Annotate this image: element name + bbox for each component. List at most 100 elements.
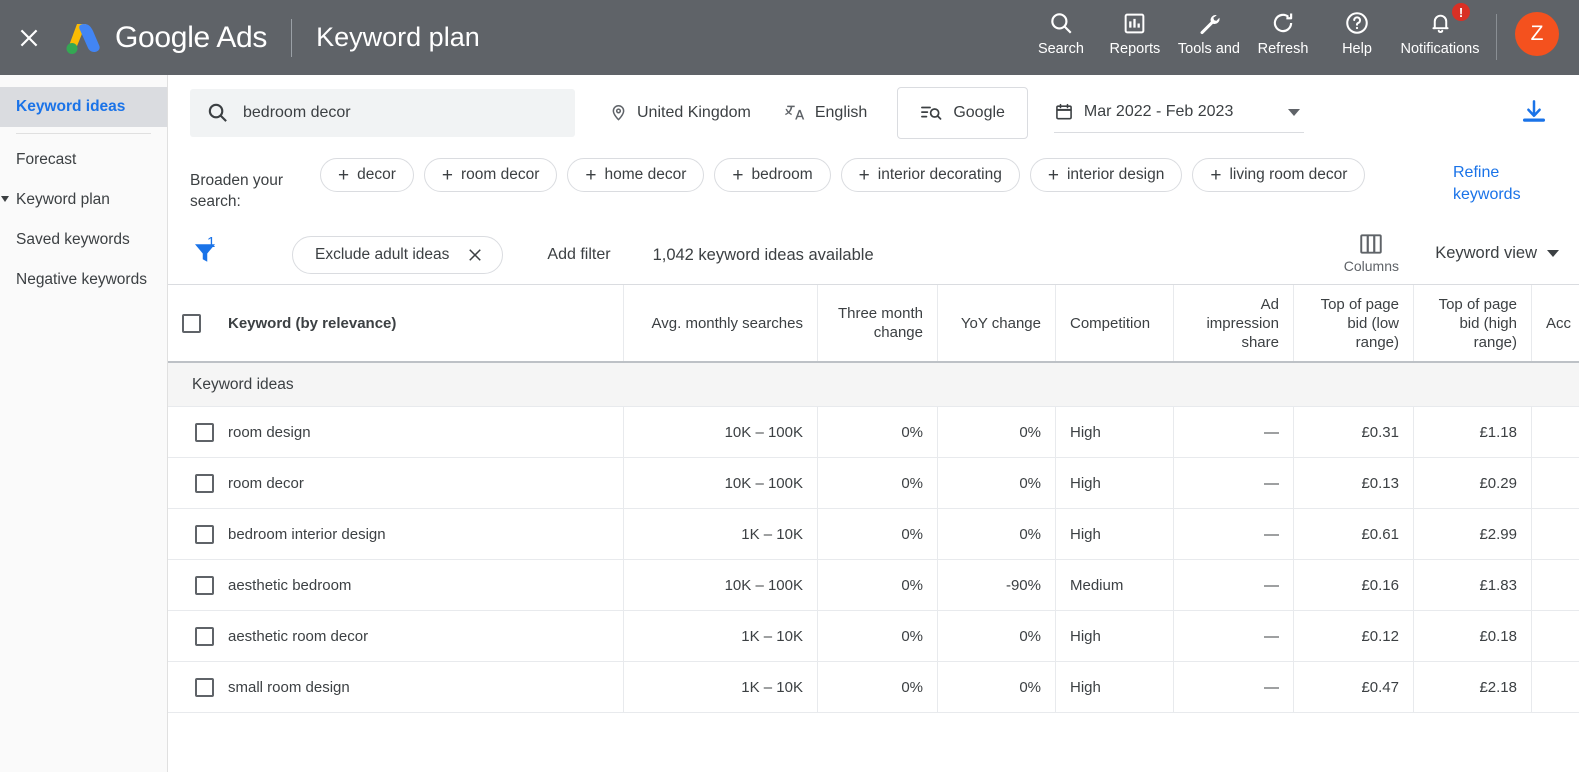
refresh-button[interactable]: Refresh: [1246, 6, 1320, 58]
network-selector[interactable]: Google: [897, 87, 1028, 139]
cell-top-of-page-bid-low: £0.16: [1294, 560, 1414, 610]
broaden-chip[interactable]: + interior decorating: [841, 158, 1020, 192]
table-row[interactable]: small room design 1K – 10K 0% 0% High — …: [168, 662, 1579, 713]
cell-keyword: room decor: [214, 458, 624, 508]
row-select-cell: [168, 407, 214, 457]
cell-top-of-page-bid-low: £0.47: [1294, 662, 1414, 712]
close-icon[interactable]: [466, 246, 484, 264]
location-value: United Kingdom: [637, 104, 751, 122]
filter-count-badge: 1: [207, 234, 215, 251]
wrench-icon: [1196, 10, 1222, 36]
sidebar-item-label: Negative keywords: [16, 271, 147, 288]
sidebar-item-label: Keyword plan: [16, 191, 110, 208]
language-value: English: [815, 104, 867, 122]
select-all-cell: [168, 285, 214, 361]
table-row[interactable]: room decor 10K – 100K 0% 0% High — £0.13…: [168, 458, 1579, 509]
cell-avg-monthly-searches: 1K – 10K: [624, 662, 818, 712]
search-button[interactable]: Search: [1024, 6, 1098, 58]
tools-and-settings-button[interactable]: Tools and: [1172, 6, 1246, 58]
view-selector[interactable]: Keyword view: [1435, 244, 1559, 263]
broaden-chip[interactable]: + decor: [320, 158, 414, 192]
download-icon: [1519, 97, 1549, 127]
column-header-three-month-change[interactable]: Three month change: [818, 285, 938, 361]
notification-badge: !: [1452, 3, 1470, 21]
broaden-chip[interactable]: + room decor: [424, 158, 558, 192]
refine-keywords-link[interactable]: Refine keywords: [1453, 162, 1549, 206]
location-pin-icon: [609, 103, 628, 122]
table-row[interactable]: aesthetic bedroom 10K – 100K 0% -90% Med…: [168, 560, 1579, 611]
translate-icon: [785, 102, 806, 123]
broaden-chip[interactable]: + interior design: [1030, 158, 1182, 192]
plus-icon: +: [1048, 166, 1059, 185]
date-range-selector[interactable]: Mar 2022 - Feb 2023: [1054, 93, 1304, 133]
columns-icon: [1358, 232, 1384, 256]
cell-avg-monthly-searches: 10K – 100K: [624, 407, 818, 457]
row-checkbox[interactable]: [195, 627, 214, 646]
reports-button[interactable]: Reports: [1098, 6, 1172, 58]
column-header-account[interactable]: Acc: [1532, 285, 1579, 361]
row-checkbox[interactable]: [195, 423, 214, 442]
search-toolbar: bedroom decor United Kingdom English Goo…: [168, 75, 1579, 150]
row-checkbox[interactable]: [195, 474, 214, 493]
help-button[interactable]: Help: [1320, 6, 1394, 58]
close-button[interactable]: [0, 0, 58, 75]
cell-competition: High: [1056, 662, 1174, 712]
avatar[interactable]: Z: [1515, 12, 1559, 56]
cell-keyword: room design: [214, 407, 624, 457]
row-checkbox[interactable]: [195, 525, 214, 544]
cell-competition: High: [1056, 611, 1174, 661]
filter-chip-label: Exclude adult ideas: [315, 246, 449, 264]
sidebar-item-keyword-plan[interactable]: Keyword plan: [0, 180, 167, 220]
column-header-competition[interactable]: Competition: [1056, 285, 1174, 361]
cell-top-of-page-bid-low: £0.12: [1294, 611, 1414, 661]
table-row[interactable]: aesthetic room decor 1K – 10K 0% 0% High…: [168, 611, 1579, 662]
table-row[interactable]: room design 10K – 100K 0% 0% High — £0.3…: [168, 407, 1579, 458]
tools-button-label: Tools and: [1178, 41, 1240, 58]
cell-account: [1532, 458, 1579, 508]
search-input[interactable]: bedroom decor: [190, 89, 575, 137]
download-button[interactable]: [1519, 97, 1549, 132]
row-select-cell: [168, 611, 214, 661]
broaden-chip[interactable]: + bedroom: [714, 158, 830, 192]
column-header-avg-monthly-searches[interactable]: Avg. monthly searches: [624, 285, 818, 361]
sidebar-item-forecast[interactable]: Forecast: [0, 140, 167, 180]
broaden-chip-label: living room decor: [1229, 166, 1347, 184]
column-header-top-of-page-bid-low[interactable]: Top of page bid (low range): [1294, 285, 1414, 361]
broaden-chip[interactable]: + living room decor: [1192, 158, 1365, 192]
plus-icon: +: [338, 166, 349, 185]
filter-button[interactable]: 1: [190, 238, 226, 272]
help-button-label: Help: [1342, 41, 1372, 58]
brand[interactable]: Google Ads: [58, 21, 267, 55]
broaden-chip-label: decor: [357, 166, 396, 184]
cell-top-of-page-bid-high: £1.18: [1414, 407, 1532, 457]
column-header-top-of-page-bid-high[interactable]: Top of page bid (high range): [1414, 285, 1532, 361]
column-header-keyword[interactable]: Keyword (by relevance): [214, 285, 624, 361]
search-input-value: bedroom decor: [243, 104, 351, 122]
cell-avg-monthly-searches: 10K – 100K: [624, 560, 818, 610]
filter-chip-exclude-adult-ideas[interactable]: Exclude adult ideas: [292, 236, 503, 274]
column-header-yoy-change[interactable]: YoY change: [938, 285, 1056, 361]
select-all-checkbox[interactable]: [182, 314, 201, 333]
cell-three-month-change: 0%: [818, 560, 938, 610]
table-row[interactable]: bedroom interior design 1K – 10K 0% 0% H…: [168, 509, 1579, 560]
keyword-table: Keyword (by relevance) Avg. monthly sear…: [168, 284, 1579, 713]
sidebar-item-negative-keywords[interactable]: Negative keywords: [0, 260, 167, 300]
cell-top-of-page-bid-low: £0.13: [1294, 458, 1414, 508]
add-filter-button[interactable]: Add filter: [547, 246, 610, 264]
sidebar-item-keyword-ideas[interactable]: Keyword ideas: [0, 87, 167, 127]
notifications-button[interactable]: ! Notifications: [1394, 6, 1486, 58]
language-selector[interactable]: English: [785, 102, 867, 123]
row-checkbox[interactable]: [195, 678, 214, 697]
cell-competition: High: [1056, 458, 1174, 508]
broaden-chip[interactable]: + home decor: [567, 158, 704, 192]
sidebar-item-saved-keywords[interactable]: Saved keywords: [0, 220, 167, 260]
column-header-ad-impression-share[interactable]: Ad impression share: [1174, 285, 1294, 361]
cell-ad-impression-share: —: [1174, 509, 1294, 559]
cell-yoy-change: 0%: [938, 662, 1056, 712]
cell-avg-monthly-searches: 1K – 10K: [624, 509, 818, 559]
columns-button[interactable]: Columns: [1344, 232, 1399, 274]
location-selector[interactable]: United Kingdom: [609, 103, 751, 122]
search-button-label: Search: [1038, 41, 1084, 58]
row-checkbox[interactable]: [195, 576, 214, 595]
filter-toolbar: 1 Exclude adult ideas Add filter 1,042 k…: [168, 226, 1579, 284]
